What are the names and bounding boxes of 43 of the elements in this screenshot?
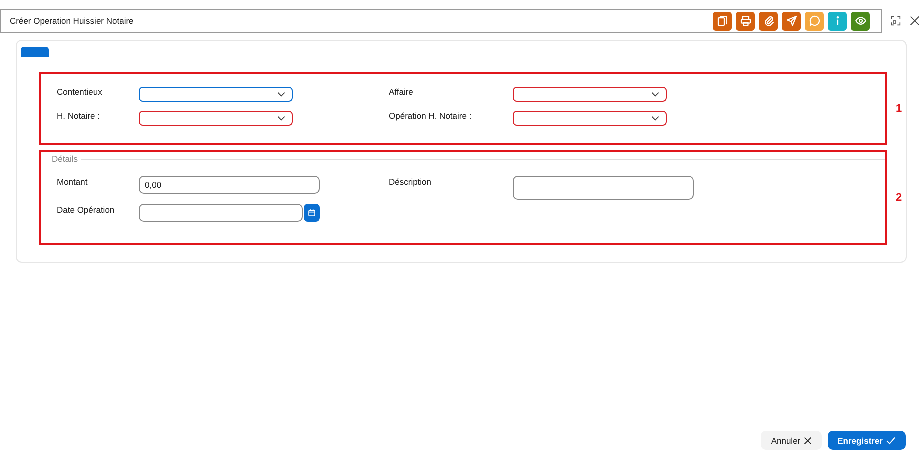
paperclip-icon xyxy=(762,15,774,27)
section-legend: Détails xyxy=(49,154,81,164)
attach-button[interactable] xyxy=(759,12,778,30)
printer-icon xyxy=(740,15,752,27)
field-label: Date Opération xyxy=(57,204,116,215)
field-label: Montant xyxy=(57,176,89,187)
eye-icon xyxy=(854,15,866,27)
comment-button[interactable] xyxy=(805,12,824,30)
send-button[interactable] xyxy=(782,12,801,30)
chevron-down-icon xyxy=(277,92,286,97)
field-label: Opération H. Notaire : xyxy=(389,111,473,121)
date-field[interactable] xyxy=(139,204,303,222)
save-button[interactable]: Enregistrer xyxy=(828,431,906,450)
amount-field[interactable]: 0,00 xyxy=(139,176,320,194)
close-icon xyxy=(804,436,812,444)
documents-button[interactable] xyxy=(713,12,732,30)
annotation-number: 2 xyxy=(896,192,902,204)
calendar-icon xyxy=(308,209,316,217)
dropdown-field[interactable] xyxy=(139,87,293,102)
dropdown-field[interactable] xyxy=(513,87,667,102)
info-button[interactable] xyxy=(828,12,847,30)
description-field[interactable] xyxy=(513,176,694,200)
checkmark-icon xyxy=(886,436,896,444)
field-label: Affaire xyxy=(389,87,414,97)
speech-bubble-icon xyxy=(808,15,820,27)
field-label: H. Notaire : xyxy=(57,111,101,121)
field-label: Contentieux xyxy=(57,87,104,97)
calendar-button[interactable] xyxy=(304,204,320,222)
dropdown-field[interactable] xyxy=(139,111,293,126)
documents-icon xyxy=(716,15,728,27)
annotation-number: 1 xyxy=(896,102,902,114)
cancel-button[interactable]: Annuler xyxy=(761,431,822,450)
chevron-down-icon xyxy=(277,116,286,121)
chevron-down-icon xyxy=(651,92,660,97)
window-title: Créer Operation Huissier Notaire xyxy=(10,16,134,26)
view-button[interactable] xyxy=(851,12,870,30)
field-label: Déscription xyxy=(389,176,433,187)
print-button[interactable] xyxy=(736,12,755,30)
chevron-down-icon xyxy=(651,116,660,121)
dropdown-field[interactable] xyxy=(513,111,667,126)
expand-icon[interactable] xyxy=(891,16,901,26)
close-icon[interactable] xyxy=(910,16,920,26)
paper-plane-icon xyxy=(786,15,798,27)
